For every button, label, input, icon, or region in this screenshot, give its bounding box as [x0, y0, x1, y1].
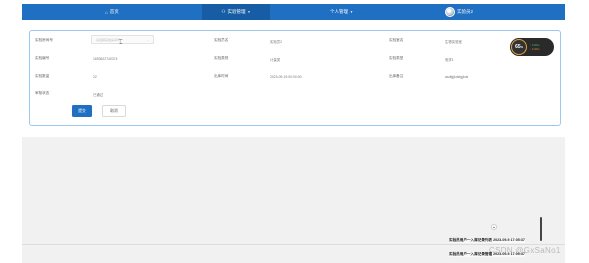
nav-experiment-label: 实验管理 [227, 9, 246, 14]
upload-speed-value: 0.1K/s [532, 43, 540, 47]
field-value-time: 2023-09-15 00:00:00 [270, 74, 302, 79]
field-value-remark: asdfgjkdsfgjkds [445, 74, 469, 79]
log-entry: 实验员用户一入库记录列表 2023-09-9 17:05:37 [449, 238, 525, 243]
divider [22, 244, 565, 245]
scrollbar-thumb[interactable] [540, 217, 542, 241]
nav-profile-label: 个人管理 [330, 9, 348, 14]
nav-home[interactable]: ⌂ 首页 [105, 4, 119, 20]
network-speed-widget[interactable]: 65% ↑ 0.1K/s ↓ 0.1K/s [510, 38, 554, 56]
field-label-time: 出库时间 [214, 74, 229, 78]
speed-stats: ↑ 0.1K/s ↓ 0.1K/s [530, 44, 539, 51]
log-entry: 实验员用户一入库记录管理 2023-09-9 17:05:37 [449, 252, 525, 257]
submit-button[interactable]: 提交 [72, 105, 92, 117]
nav-experiment-management[interactable]: ⚇ 实验管理 ▼ [202, 4, 270, 20]
field-label-remark: 出库备注 [389, 74, 404, 78]
user-name: 实验员2 [457, 9, 474, 14]
field-value-operator: 实验员2 [270, 39, 283, 44]
download-speed: ↓ 0.1K/s [530, 47, 540, 51]
scroll-top-button[interactable]: ▴ [491, 224, 497, 230]
field-value-lab: 生物实验室 [445, 39, 462, 44]
field-value-status: 已通过 [93, 92, 104, 97]
chevron-down-icon: ▼ [350, 10, 353, 14]
field-value-quantity: 22 [93, 74, 97, 79]
field-label-lab: 实验室名 [389, 38, 404, 42]
cancel-button[interactable]: 取消 [102, 105, 126, 117]
field-label-type: 实验类型 [389, 56, 404, 60]
mouse-cursor-icon: ⌶ [119, 40, 123, 46]
chevron-down-icon: ▼ [247, 10, 251, 14]
field-label-status: 审核状态 [35, 91, 50, 95]
field-label-room: 实验房间号 [35, 38, 53, 42]
chevron-down-icon: ⌄ [146, 37, 149, 42]
avatar [445, 7, 455, 17]
field-label-category: 实验类别 [214, 56, 229, 60]
field-value-type: 电学1 [445, 57, 454, 62]
room-select-placeholder: 请选择实验房间号 [96, 37, 121, 42]
home-icon: ⌂ [105, 9, 108, 15]
nav-home-label: 首页 [109, 9, 119, 14]
field-label-number: 实验编号 [35, 56, 50, 60]
field-label-quantity: 实验数量 [35, 74, 50, 78]
download-speed-value: 0.1K/s [532, 47, 540, 51]
field-value-number: 1693622740374 [93, 56, 118, 61]
field-value-category: 计量类 [270, 57, 281, 62]
field-label-operator: 实验员名 [214, 38, 229, 42]
usage-percent-unit: % [520, 45, 523, 49]
upload-speed: ↑ 0.1K/s [530, 43, 540, 47]
nav-personal-management[interactable]: 个人管理 ▼ [330, 4, 353, 20]
experiment-icon: ⚇ [221, 9, 226, 14]
usage-ring: 65% [511, 39, 527, 55]
top-navigation-bar: ⌂ 首页 ⚇ 实验管理 ▼ 个人管理 ▼ 实验员2 [22, 4, 565, 20]
experiment-form-card: 实验房间号 请选择实验房间号 ⌄ ⌶ 实验员名 实验员2 实验室名 生物实验室 … [29, 30, 561, 126]
nav-user-menu[interactable]: 实验员2 [445, 4, 473, 20]
